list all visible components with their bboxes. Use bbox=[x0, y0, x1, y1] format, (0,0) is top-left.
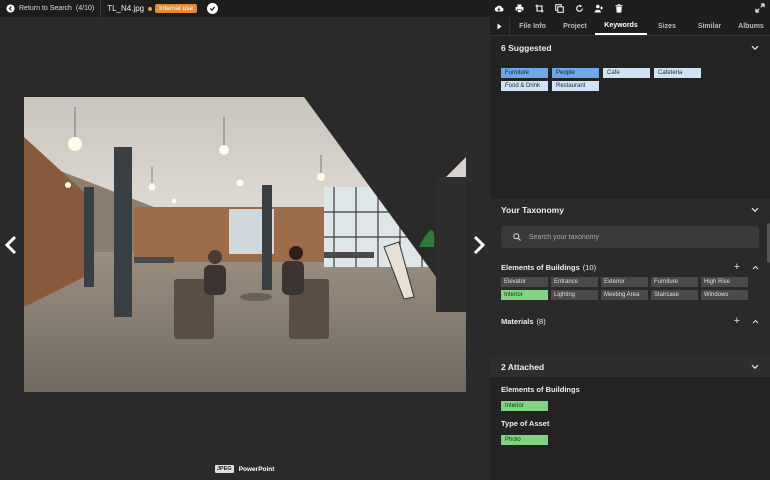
keyword-chip[interactable]: Restaurant bbox=[552, 81, 599, 91]
tab-keywords[interactable]: Keywords bbox=[595, 17, 647, 35]
download-icon[interactable] bbox=[494, 4, 504, 14]
collapse-panel-toggle[interactable] bbox=[490, 17, 510, 35]
attached-keyword-chip[interactable]: Photo bbox=[501, 435, 548, 445]
attached-title: 2 Attached bbox=[501, 361, 545, 372]
taxonomy-term-grid: Elevator Entrance Exterior Furniture Hig… bbox=[490, 273, 770, 300]
next-image-arrow-icon[interactable] bbox=[472, 235, 486, 255]
share-user-icon[interactable] bbox=[594, 4, 604, 14]
tab-sizes[interactable]: Sizes bbox=[647, 17, 687, 35]
back-arrow-icon bbox=[6, 4, 15, 13]
keyword-chip[interactable]: Cafe bbox=[603, 68, 650, 78]
chevron-up-icon[interactable] bbox=[752, 319, 759, 324]
taxonomy-term[interactable]: High Rise bbox=[701, 277, 748, 287]
rotate-icon[interactable] bbox=[574, 4, 584, 14]
image-viewer: JPEG PowerPoint bbox=[0, 17, 490, 480]
caret-right-icon bbox=[497, 23, 502, 29]
keyword-chip[interactable]: Food & Drink bbox=[501, 81, 548, 91]
suggested-keyword-list: Furniture People Cafe Cafeteria Food & D… bbox=[490, 60, 760, 99]
attached-group: Type of Asset Photo bbox=[490, 419, 770, 446]
keyword-chip[interactable]: Furniture bbox=[501, 68, 548, 78]
attached-header[interactable]: 2 Attached bbox=[490, 356, 770, 377]
group-name: Elements of Buildings bbox=[501, 262, 580, 272]
status-dot bbox=[148, 6, 153, 11]
keyword-chip[interactable]: People bbox=[552, 68, 599, 78]
taxonomy-term[interactable]: Entrance bbox=[551, 277, 598, 287]
group-name: Materials bbox=[501, 316, 534, 326]
suggested-keywords-section: 6 Suggested Furniture People Cafe Cafete… bbox=[490, 36, 770, 216]
return-to-search-label: Return to Search bbox=[19, 5, 72, 12]
group-count: (8) bbox=[536, 316, 546, 326]
crop-icon[interactable] bbox=[534, 4, 544, 14]
taxonomy-term[interactable]: Exterior bbox=[601, 277, 648, 287]
asset-toolbar bbox=[494, 0, 624, 17]
asset-preview-image bbox=[24, 97, 466, 392]
tab-albums[interactable]: Albums bbox=[732, 17, 770, 35]
taxonomy-title: Your Taxonomy bbox=[501, 205, 564, 215]
powerpoint-format-button[interactable]: PowerPoint bbox=[239, 466, 275, 473]
approve-check-icon[interactable] bbox=[207, 3, 219, 14]
plus-icon[interactable]: + bbox=[734, 261, 740, 273]
group-materials[interactable]: Materials (8) + bbox=[490, 315, 770, 327]
taxonomy-search-input[interactable] bbox=[529, 233, 729, 241]
attached-group-name: Elements of Buildings bbox=[501, 385, 580, 394]
expand-icon[interactable] bbox=[755, 3, 765, 13]
taxonomy-term[interactable]: Furniture bbox=[651, 277, 698, 287]
duplicate-icon[interactable] bbox=[554, 4, 564, 14]
taxonomy-header[interactable]: Your Taxonomy bbox=[490, 202, 770, 218]
tab-project[interactable]: Project bbox=[555, 17, 595, 35]
previous-image-arrow-icon[interactable] bbox=[4, 235, 18, 255]
taxonomy-search bbox=[501, 226, 759, 248]
taxonomy-term-selected[interactable]: Interior bbox=[501, 290, 548, 300]
print-icon[interactable] bbox=[514, 4, 524, 14]
taxonomy-term[interactable]: Elevator bbox=[501, 277, 548, 287]
top-bar: Return to Search (4/10) TL_N4.jpg Intern… bbox=[0, 0, 770, 17]
delete-icon[interactable] bbox=[614, 4, 624, 14]
filename: TL_N4.jpg bbox=[107, 4, 145, 13]
result-position: (4/10) bbox=[75, 5, 95, 12]
taxonomy-term[interactable]: Meeting Area bbox=[601, 290, 648, 300]
group-count: (10) bbox=[582, 262, 597, 272]
taxonomy-term[interactable]: Staircase bbox=[651, 290, 698, 300]
tab-similar[interactable]: Similar bbox=[687, 17, 732, 35]
taxonomy-section: Your Taxonomy Elements of Buildings (10)… bbox=[490, 199, 770, 357]
download-formats: JPEG PowerPoint bbox=[215, 465, 274, 473]
tab-file-info[interactable]: File Info bbox=[510, 17, 555, 35]
attached-keyword-chip[interactable]: Interior bbox=[501, 401, 548, 411]
taxonomy-term[interactable]: Windows bbox=[701, 290, 748, 300]
suggested-title: 6 Suggested bbox=[501, 43, 552, 53]
plus-icon[interactable]: + bbox=[734, 315, 740, 327]
group-elements-of-buildings[interactable]: Elements of Buildings (10) + bbox=[490, 261, 770, 273]
taxonomy-term[interactable]: Lighting bbox=[551, 290, 598, 300]
attached-keywords-section: 2 Attached Elements of Buildings Interio… bbox=[490, 356, 770, 480]
jpeg-format-button[interactable]: JPEG bbox=[215, 465, 234, 473]
attached-group-name: Type of Asset bbox=[501, 419, 550, 428]
return-to-search-button[interactable]: Return to Search (4/10) bbox=[0, 0, 100, 17]
chevron-up-icon[interactable] bbox=[752, 265, 759, 270]
keyword-chip[interactable]: Cafeteria bbox=[654, 68, 701, 78]
details-panel: File Info Project Keywords Sizes Similar… bbox=[490, 17, 770, 480]
usage-badge[interactable]: Internal use bbox=[155, 4, 198, 13]
suggested-header[interactable]: 6 Suggested bbox=[490, 36, 770, 60]
search-icon bbox=[513, 233, 521, 241]
chevron-down-icon[interactable] bbox=[751, 207, 759, 213]
chevron-down-icon[interactable] bbox=[751, 45, 759, 51]
panel-tabs: File Info Project Keywords Sizes Similar… bbox=[490, 17, 770, 36]
chevron-down-icon[interactable] bbox=[751, 364, 759, 370]
attached-group: Elements of Buildings Interior bbox=[490, 385, 770, 412]
